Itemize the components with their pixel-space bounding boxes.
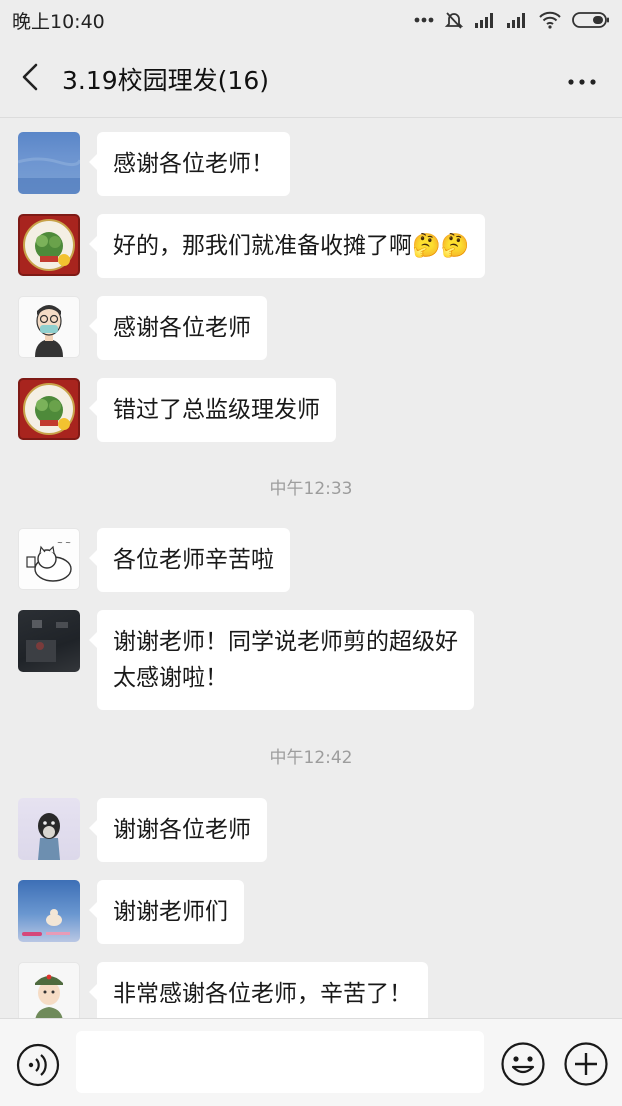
mute-bell-icon [444, 10, 464, 30]
input-bar [0, 1018, 622, 1106]
more-button[interactable] [562, 60, 602, 100]
voice-icon [16, 1043, 60, 1091]
message-bubble[interactable]: 非常感谢各位老师，辛苦了！ [89, 962, 428, 1018]
plus-icon [563, 1042, 609, 1091]
signal-2-icon [506, 11, 528, 29]
dots-icon [414, 16, 434, 24]
status-bar: 晚上10:40 [0, 0, 622, 40]
avatar[interactable] [18, 962, 80, 1018]
signal-1-icon [474, 11, 496, 29]
timestamp: 中午12:42 [269, 748, 353, 768]
message-item: ~ ~ 各位老师辛苦啦 [18, 528, 290, 592]
avatar[interactable] [18, 296, 80, 358]
chat-title: 3.19校园理发(16) [62, 65, 269, 95]
message-item: 谢谢各位老师 [18, 798, 267, 862]
avatar[interactable] [18, 880, 80, 942]
message-item: 谢谢老师！同学说老师剪的超级好 太感谢啦！ [18, 610, 474, 710]
message-bubble[interactable]: 谢谢老师们 [89, 880, 244, 944]
message-item: 感谢各位老师 [18, 296, 267, 360]
chat-header: 3.19校园理发(16) [0, 40, 622, 118]
message-bubble[interactable]: 各位老师辛苦啦 [89, 528, 290, 592]
more-functions-button[interactable] [563, 1041, 609, 1087]
message-bubble[interactable]: 谢谢老师！同学说老师剪的超级好 太感谢啦！ [89, 610, 474, 710]
avatar[interactable] [18, 798, 80, 860]
message-bubble[interactable]: 感谢各位老师 [89, 296, 267, 360]
message-input[interactable] [76, 1031, 484, 1093]
status-icons [414, 10, 610, 30]
chevron-left-icon [20, 62, 40, 96]
avatar[interactable]: ~ ~ [18, 528, 80, 590]
message-bubble[interactable]: 好的，那我们就准备收摊了啊🤔🤔 [88, 214, 486, 278]
back-button[interactable] [0, 40, 60, 118]
message-bubble[interactable]: 感谢各位老师！ [89, 132, 290, 196]
chat-screen: 晚上10:40 3.19校园理发(16) 感谢各位老师！ 好的，那我们就准备收摊… [0, 0, 622, 1106]
svg-text:~ ~: ~ ~ [57, 539, 71, 547]
message-item: 感谢各位老师！ [18, 132, 290, 196]
message-list[interactable]: 感谢各位老师！ 好的，那我们就准备收摊了啊🤔🤔 感谢各位老师 错过了总监级理发师… [0, 118, 622, 1018]
wifi-icon [538, 11, 562, 29]
voice-button[interactable] [16, 1043, 60, 1087]
avatar[interactable] [18, 610, 80, 672]
emoji-button[interactable] [500, 1041, 546, 1087]
avatar[interactable] [18, 378, 80, 440]
message-item: 错过了总监级理发师 [18, 378, 336, 442]
message-item: 谢谢老师们 [18, 880, 244, 944]
avatar[interactable] [18, 132, 80, 194]
avatar[interactable] [18, 214, 80, 276]
battery-icon [572, 11, 610, 29]
more-dots-icon [567, 71, 597, 90]
timestamp: 中午12:33 [269, 479, 353, 499]
emoji-icon [500, 1042, 546, 1091]
status-time: 晚上10:40 [12, 10, 105, 33]
message-bubble[interactable]: 谢谢各位老师 [89, 798, 267, 862]
message-item: 好的，那我们就准备收摊了啊🤔🤔 [18, 214, 486, 278]
message-bubble[interactable]: 错过了总监级理发师 [89, 378, 336, 442]
message-item: 非常感谢各位老师，辛苦了！ [18, 962, 428, 1018]
